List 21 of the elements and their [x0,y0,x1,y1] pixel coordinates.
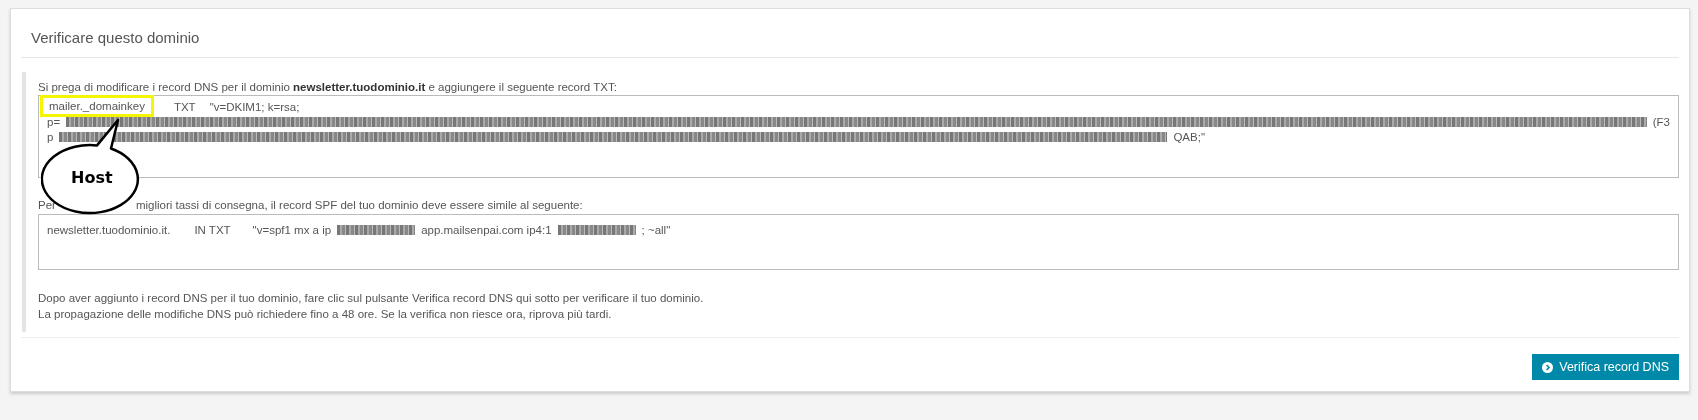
record-type: IN TXT [194,223,231,236]
host-name: newsletter.tuodominio.it. [47,223,171,236]
record-value: p= [47,115,61,128]
chevron-circle-icon [1542,361,1554,373]
callout-label: Host [71,168,113,187]
record-value: (F3 [1652,115,1670,128]
host-name: mailer._domainkey [40,94,154,117]
note-text: Dopo aver aggiunto i record DNS per il tuo dominio, fare clic sul pulsante Verifica record DNS qui sotto per verificare il tuo dominio. [38,291,705,306]
record-value: "v=spf1 mx a ip [252,223,332,236]
verify-button[interactable]: Verifica record DNS [1532,354,1679,380]
record-value: QAB;" [1173,130,1205,143]
spf-instruction: Per [38,198,56,212]
record-value: app.mailsenpai.com ip4:1 [421,223,552,236]
record-value: "v=DKIM1; k=rsa; [209,100,300,113]
record-value: ; ~all" [641,223,671,236]
record-value: p [47,130,54,143]
dkim-instruction: Si prega di modificare i record DNS per il dominio newsletter.tuodominio.it e aggiungere il seguente record TXT: [38,80,618,94]
note-text: La propagazione delle modifiche DNS può richiedere fino a 48 ore. Se la verifica non riesce ora, riprova più tardi. [38,307,613,322]
spf-instruction: migliori tassi di consegna, il record SPF del tuo dominio deve essere simile al seguente: [135,198,583,212]
panel-title: Verificare questo dominio [31,29,200,46]
record-type: TXT [173,100,196,113]
